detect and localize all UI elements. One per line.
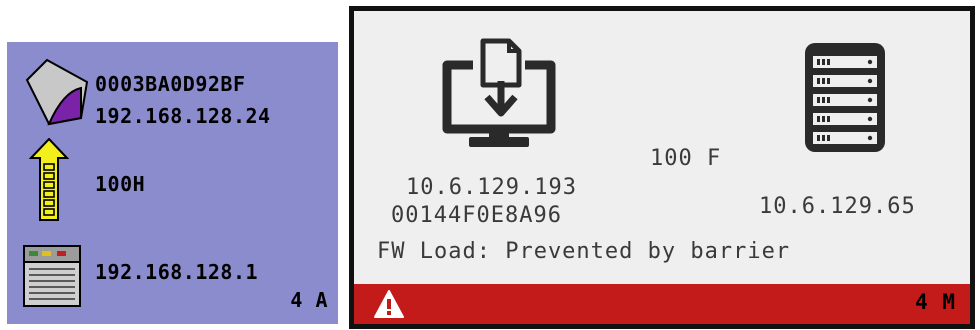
status-screen: 100 F 10.6.129.193 00144F0E8A96 10.6.129…: [354, 11, 970, 284]
status-code: 4 M: [915, 290, 956, 314]
server-rack-icon: [805, 43, 885, 152]
left-status-panel: 0003BA0D92BF 192.168.128.24 100H 192.168…: [7, 42, 338, 324]
client-ip: 10.6.129.193: [406, 175, 577, 200]
gateway-ip: 192.168.128.1: [95, 260, 259, 284]
device-ip: 192.168.128.24: [95, 104, 271, 128]
status-code: 4 A: [290, 288, 328, 312]
server-icon: [23, 245, 81, 307]
status-message: FW Load: Prevented by barrier: [377, 239, 791, 264]
warning-icon: [374, 290, 404, 318]
right-status-panel: 100 F 10.6.129.193 00144F0E8A96 10.6.129…: [349, 6, 975, 329]
arrow-up-icon: [29, 138, 69, 221]
client-download-icon: [442, 38, 556, 147]
device-icon: [25, 58, 89, 126]
link-speed: 100 F: [650, 146, 722, 171]
alert-bar: 4 M: [354, 284, 970, 324]
server-ip: 10.6.129.65: [759, 194, 916, 219]
device-id: 0003BA0D92BF: [95, 72, 246, 96]
client-mac: 00144F0E8A96: [391, 203, 562, 228]
link-speed: 100H: [95, 172, 146, 196]
